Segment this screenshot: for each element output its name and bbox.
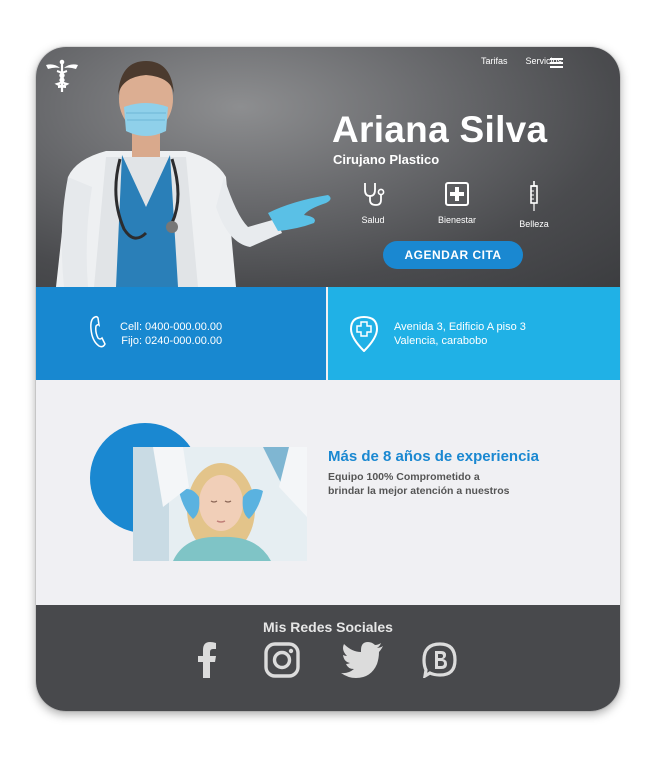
experience-line-1: Equipo 100% Comprometido a — [328, 471, 480, 483]
nav-tarifas[interactable]: Tarifas — [481, 56, 508, 66]
experience-line-2: brindar la mejor atención a nuestros — [328, 485, 510, 497]
landing-card: Tarifas Servicios Ariana Silva Cirujano … — [36, 47, 620, 711]
cell-number[interactable]: Cell: 0400-000.00.00 — [120, 320, 222, 334]
feature-label: Bienestar — [437, 215, 477, 225]
hamburger-menu-icon[interactable] — [550, 58, 563, 70]
social-title: Mis Redes Sociales — [263, 619, 393, 635]
twitter-icon[interactable] — [340, 642, 384, 678]
feature-belleza: Belleza — [499, 181, 569, 229]
hero-section: Tarifas Servicios Ariana Silva Cirujano … — [36, 47, 620, 287]
doctor-photo — [56, 61, 331, 287]
address-line-2: Valencia, carabobo — [394, 335, 488, 347]
address-line-1: Avenida 3, Edificio A piso 3 — [394, 321, 526, 333]
blogger-icon[interactable] — [422, 642, 458, 678]
stethoscope-icon — [364, 183, 385, 206]
experience-text: Equipo 100% Comprometido a brindar la me… — [328, 470, 538, 498]
contact-phone-panel: Cell: 0400-000.00.00 Fijo: 0240-000.00.0… — [36, 287, 326, 380]
address: Avenida 3, Edificio A piso 3 Valencia, c… — [394, 320, 526, 348]
caduceus-icon[interactable] — [44, 59, 80, 93]
agendar-cita-button[interactable]: AGENDAR CITA — [383, 241, 523, 269]
instagram-icon[interactable] — [264, 642, 300, 678]
doctor-name: Ariana Silva — [332, 109, 548, 150]
patient-photo — [133, 447, 307, 561]
contact-address-panel: Avenida 3, Edificio A piso 3 Valencia, c… — [328, 287, 620, 380]
medical-cross-icon — [445, 182, 469, 206]
experience-section: Más de 8 años de experiencia Equipo 100%… — [36, 380, 620, 605]
experience-heading: Más de 8 años de experiencia — [328, 448, 539, 465]
phone-icon — [90, 315, 106, 348]
syringe-icon — [530, 181, 538, 211]
location-cross-icon — [349, 315, 379, 352]
feature-salud: Salud — [338, 181, 408, 225]
doctor-title: Cirujano Plastico — [333, 152, 440, 167]
phone-numbers: Cell: 0400-000.00.00 Fijo: 0240-000.00.0… — [120, 320, 222, 348]
fijo-number[interactable]: Fijo: 0240-000.00.00 — [120, 334, 222, 348]
feature-bienestar: Bienestar — [422, 181, 492, 225]
feature-label: Belleza — [519, 219, 549, 229]
feature-label: Salud — [361, 215, 385, 225]
social-section: Mis Redes Sociales — [36, 605, 620, 711]
facebook-icon[interactable] — [196, 642, 218, 678]
